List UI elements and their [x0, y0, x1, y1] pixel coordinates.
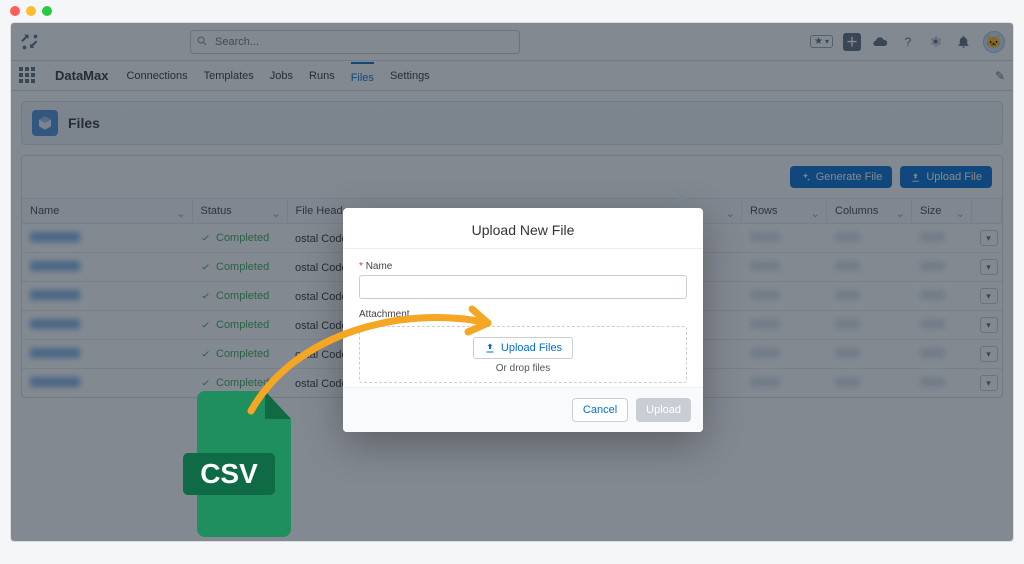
csv-file-illustration: CSV	[183, 383, 303, 542]
upload-icon	[484, 342, 496, 354]
name-field-label: * Name	[359, 261, 687, 272]
close-dot[interactable]	[10, 6, 20, 16]
minimize-dot[interactable]	[26, 6, 36, 16]
svg-text:CSV: CSV	[200, 458, 258, 489]
attachment-label: Attachment	[359, 309, 687, 320]
drop-hint: Or drop files	[360, 363, 686, 374]
modal-close-icon[interactable]: ✕	[674, 185, 691, 210]
cancel-button[interactable]: Cancel	[572, 398, 628, 422]
attachment-dropzone[interactable]: Upload Files Or drop files	[359, 326, 687, 383]
mac-window-controls	[0, 0, 1024, 22]
name-input[interactable]	[359, 275, 687, 299]
modal-title: Upload New File	[343, 208, 703, 249]
upload-files-button[interactable]: Upload Files	[473, 337, 573, 359]
upload-submit-button[interactable]: Upload	[636, 398, 691, 422]
upload-modal: Upload New File * Name Attachment Upload…	[343, 208, 703, 432]
maximize-dot[interactable]	[42, 6, 52, 16]
